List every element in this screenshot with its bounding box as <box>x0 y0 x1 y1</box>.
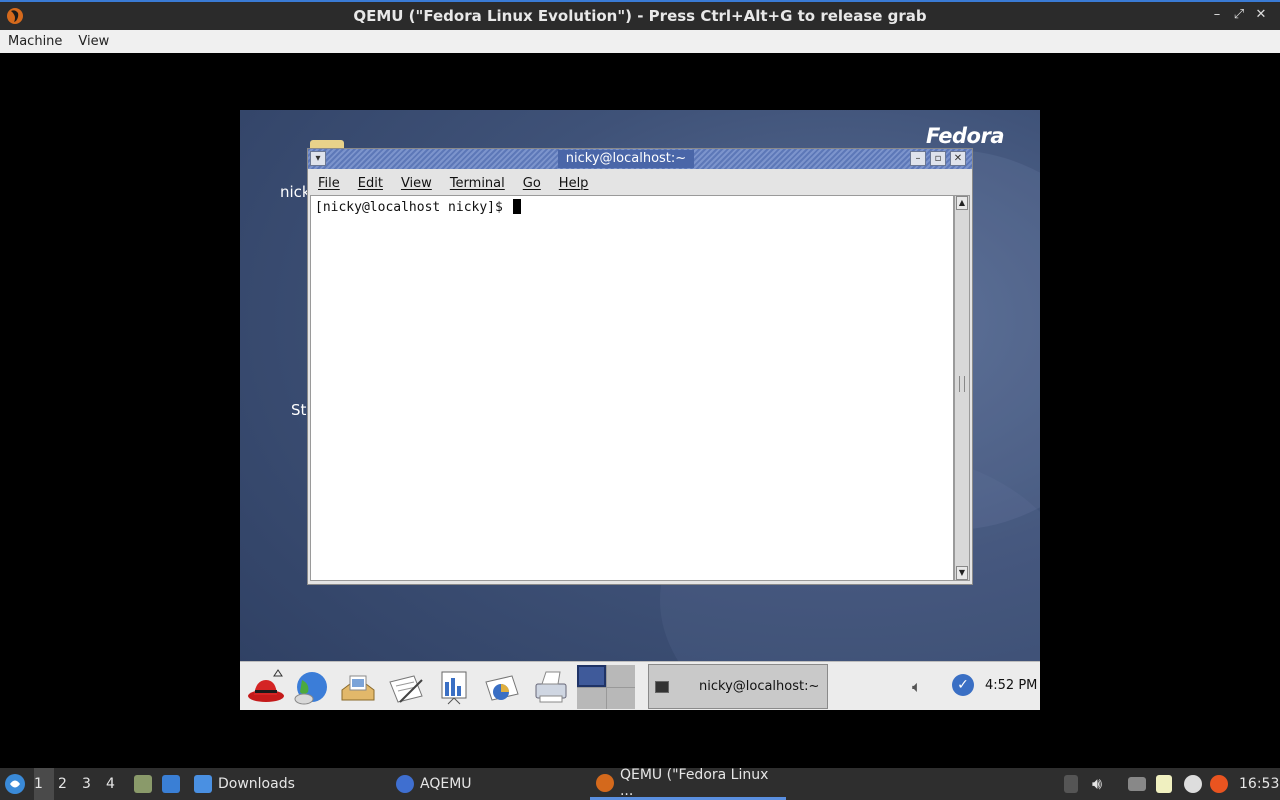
updates-icon[interactable] <box>1184 768 1202 800</box>
task-label: AQEMU <box>420 776 472 792</box>
maximize-button[interactable]: ⤢ <box>1230 6 1248 24</box>
qemu-icon <box>596 773 614 792</box>
volume-icon[interactable]: 🔈︎ <box>912 677 922 697</box>
terminal-icon <box>655 680 669 693</box>
terminal-title-bar[interactable]: ▾ nicky@localhost:~ – ▫ ✕ <box>308 149 972 169</box>
spreadsheet-icon[interactable] <box>482 668 522 706</box>
menu-go[interactable]: Go <box>523 176 553 191</box>
ubuntu-icon[interactable] <box>1210 768 1228 800</box>
host-clock[interactable]: 16:53 <box>1239 768 1279 800</box>
minimize-button[interactable]: – <box>1208 6 1226 24</box>
workspace-1[interactable] <box>577 665 606 687</box>
host-title-bar: QEMU ("Fedora Linux Evolution") - Press … <box>0 0 1280 30</box>
workspace-button-2[interactable]: 2 <box>58 768 78 800</box>
folder-icon <box>194 775 212 793</box>
taskbar-terminal-button[interactable]: nicky@localhost:~ <box>648 664 828 709</box>
terminal-scrollbar[interactable]: ▲ ▼ <box>954 195 970 581</box>
network-icon[interactable] <box>1128 768 1146 800</box>
shell-prompt: [nicky@localhost nicky]$ <box>315 199 521 215</box>
terminal-window: ▾ nicky@localhost:~ – ▫ ✕ File Edit View… <box>307 148 973 585</box>
guest-desktop[interactable]: Fedora nick St ▾ nicky@localhost:~ – ▫ ✕… <box>240 110 1040 710</box>
task-label: Downloads <box>218 776 295 792</box>
terminal-text-area[interactable]: [nicky@localhost nicky]$ <box>310 195 954 581</box>
app-menu-icon[interactable] <box>4 768 26 800</box>
workspace-2[interactable] <box>606 665 635 687</box>
window-title: QEMU ("Fedora Linux Evolution") - Press … <box>353 7 927 25</box>
terminal-title: nicky@localhost:~ <box>558 150 694 168</box>
task-qemu[interactable]: QEMU ("Fedora Linux ... <box>590 766 786 800</box>
workspace-pager[interactable] <box>577 665 635 709</box>
workspace-3[interactable] <box>577 687 606 709</box>
terminal-maximize-button[interactable]: ▫ <box>930 151 946 166</box>
workspace-button-3[interactable]: 3 <box>82 768 102 800</box>
menu-help[interactable]: Help <box>559 176 601 191</box>
terminal-close-button[interactable]: ✕ <box>950 151 966 166</box>
menu-machine[interactable]: Machine <box>8 34 62 49</box>
task-aqemu[interactable]: AQEMU <box>396 768 472 800</box>
menu-view[interactable]: View <box>401 176 444 191</box>
host-taskbar: 1 2 3 4 Downloads AQEMU QEMU ("Fedora Li… <box>0 766 1280 800</box>
workspace-button-4[interactable]: 4 <box>106 768 126 800</box>
window-menu-button[interactable]: ▾ <box>310 151 326 166</box>
presentation-icon[interactable] <box>434 668 474 706</box>
email-icon[interactable] <box>338 668 378 706</box>
task-label: nicky@localhost:~ <box>699 679 820 694</box>
fedora-logo: Fedora <box>926 124 1004 148</box>
terminal-minimize-button[interactable]: – <box>910 151 926 166</box>
update-status-icon[interactable]: ✓ <box>952 674 974 696</box>
scroll-down-arrow-icon[interactable]: ▼ <box>956 566 968 580</box>
close-button[interactable]: ✕ <box>1252 6 1270 24</box>
scroll-up-arrow-icon[interactable]: ▲ <box>956 196 968 210</box>
guest-clock[interactable]: 4:52 PM <box>985 678 1037 693</box>
workspace-button-1[interactable]: 1 <box>34 768 54 800</box>
menu-terminal[interactable]: Terminal <box>450 176 517 191</box>
desktop-icon-label[interactable]: St <box>291 401 306 419</box>
menu-file[interactable]: File <box>318 176 352 191</box>
host-menu-bar: Machine View <box>0 30 1280 53</box>
task-downloads[interactable]: Downloads <box>194 768 295 800</box>
desktop-launcher-icon[interactable] <box>162 768 180 800</box>
print-manager-icon[interactable] <box>530 668 570 706</box>
file-manager-launcher-icon[interactable] <box>134 768 152 800</box>
writer-icon[interactable] <box>386 668 426 706</box>
clipboard-icon[interactable] <box>1156 768 1172 800</box>
tray-scroll-icon[interactable] <box>1064 768 1078 800</box>
text-cursor <box>512 199 521 214</box>
terminal-menu-bar: File Edit View Terminal Go Help <box>308 171 972 195</box>
menu-view[interactable]: View <box>78 34 109 49</box>
menu-edit[interactable]: Edit <box>358 176 395 191</box>
prompt-text: [nicky@localhost nicky]$ <box>315 200 511 215</box>
web-browser-icon[interactable] <box>290 668 330 706</box>
task-label: QEMU ("Fedora Linux ... <box>619 766 769 799</box>
volume-icon[interactable]: 🔊︎ <box>1092 768 1102 800</box>
guest-panel: nicky@localhost:~ 🔈︎ ✓ 4:52 PM <box>240 661 1040 710</box>
workspace-4[interactable] <box>606 687 635 709</box>
redhat-menu-icon[interactable] <box>244 668 284 706</box>
aqemu-icon <box>396 775 414 793</box>
scroll-grip[interactable] <box>959 376 965 392</box>
